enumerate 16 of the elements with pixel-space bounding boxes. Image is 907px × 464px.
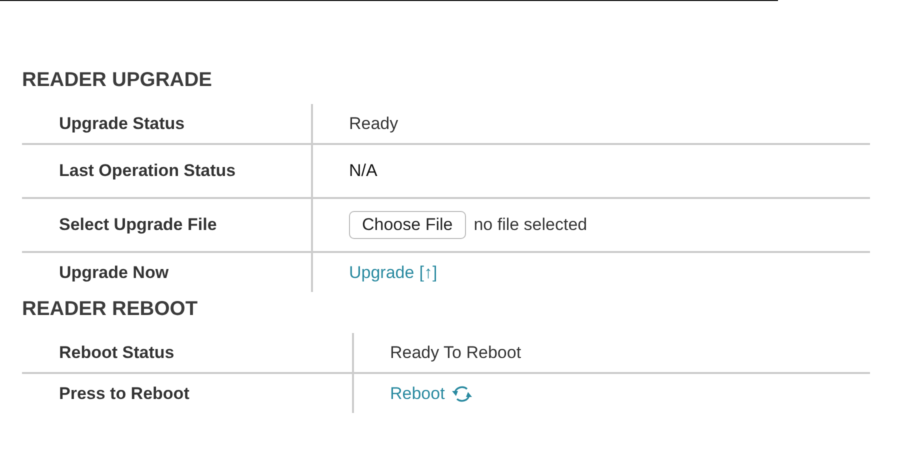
section-heading: READER UPGRADE: [22, 68, 214, 93]
status-value: Ready: [349, 114, 398, 134]
row-label: Last Operation Status: [59, 161, 236, 181]
choose-file-button[interactable]: Choose File: [349, 211, 466, 239]
row-label: Select Upgrade File: [59, 215, 217, 235]
action-link[interactable]: Upgrade [↑]: [349, 262, 438, 282]
status-value: N/A: [349, 161, 378, 181]
refresh-icon[interactable]: [450, 384, 473, 402]
section-heading: READER REBOOT: [22, 297, 199, 322]
file-status: no file selected: [474, 215, 588, 235]
status-value: Ready To Reboot: [390, 342, 522, 362]
action-link[interactable]: Reboot: [390, 384, 445, 404]
row-label: Reboot Status: [59, 342, 174, 362]
row-label: Upgrade Status: [59, 114, 185, 134]
row-label: Press to Reboot: [59, 384, 190, 404]
row-label: Upgrade Now: [59, 262, 169, 282]
